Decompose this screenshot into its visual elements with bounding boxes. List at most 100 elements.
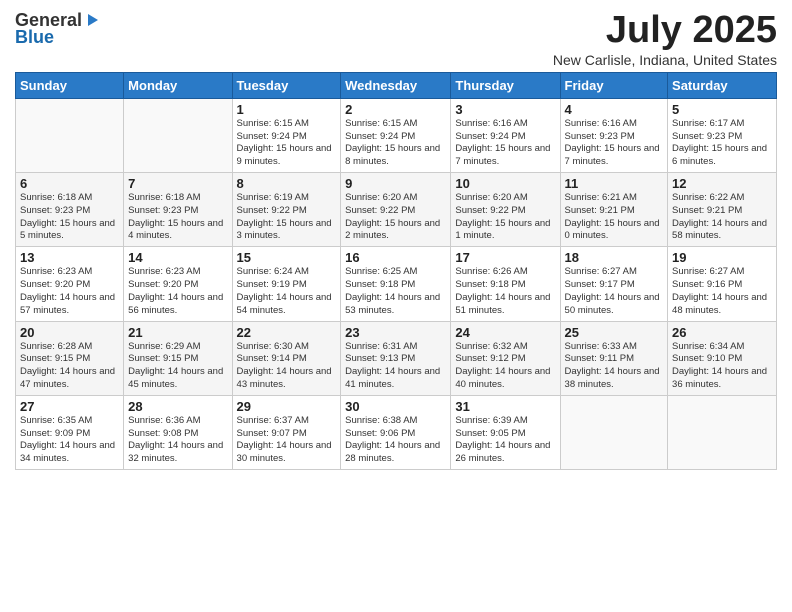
calendar-cell: 28 Sunrise: 6:36 AMSunset: 9:08 PMDaylig… — [124, 395, 232, 469]
location-title: New Carlisle, Indiana, United States — [553, 52, 777, 68]
day-info: Sunrise: 6:38 AMSunset: 9:06 PMDaylight:… — [345, 415, 446, 466]
calendar-week-1: 6 Sunrise: 6:18 AMSunset: 9:23 PMDayligh… — [16, 173, 777, 247]
day-number: 11 — [565, 176, 664, 191]
calendar-cell: 20 Sunrise: 6:28 AMSunset: 9:15 PMDaylig… — [16, 321, 124, 395]
calendar-cell: 4 Sunrise: 6:16 AMSunset: 9:23 PMDayligh… — [560, 98, 668, 172]
calendar-cell: 14 Sunrise: 6:23 AMSunset: 9:20 PMDaylig… — [124, 247, 232, 321]
day-info: Sunrise: 6:20 AMSunset: 9:22 PMDaylight:… — [455, 192, 555, 243]
day-number: 29 — [237, 399, 337, 414]
day-info: Sunrise: 6:39 AMSunset: 9:05 PMDaylight:… — [455, 415, 555, 466]
header: General Blue July 2025 New Carlisle, Ind… — [15, 10, 777, 68]
day-number: 10 — [455, 176, 555, 191]
day-info: Sunrise: 6:28 AMSunset: 9:15 PMDaylight:… — [20, 341, 119, 392]
calendar-cell: 16 Sunrise: 6:25 AMSunset: 9:18 PMDaylig… — [341, 247, 451, 321]
day-info: Sunrise: 6:16 AMSunset: 9:23 PMDaylight:… — [565, 118, 664, 169]
calendar-cell: 26 Sunrise: 6:34 AMSunset: 9:10 PMDaylig… — [668, 321, 777, 395]
page-container: General Blue July 2025 New Carlisle, Ind… — [0, 0, 792, 480]
day-info: Sunrise: 6:35 AMSunset: 9:09 PMDaylight:… — [20, 415, 119, 466]
month-title: July 2025 — [553, 10, 777, 52]
calendar-week-2: 13 Sunrise: 6:23 AMSunset: 9:20 PMDaylig… — [16, 247, 777, 321]
day-info: Sunrise: 6:25 AMSunset: 9:18 PMDaylight:… — [345, 266, 446, 317]
day-number: 20 — [20, 325, 119, 340]
calendar-cell: 9 Sunrise: 6:20 AMSunset: 9:22 PMDayligh… — [341, 173, 451, 247]
day-info: Sunrise: 6:36 AMSunset: 9:08 PMDaylight:… — [128, 415, 227, 466]
day-number: 1 — [237, 102, 337, 117]
calendar-cell: 23 Sunrise: 6:31 AMSunset: 9:13 PMDaylig… — [341, 321, 451, 395]
logo-icon — [84, 12, 102, 30]
day-info: Sunrise: 6:18 AMSunset: 9:23 PMDaylight:… — [20, 192, 119, 243]
calendar-cell: 29 Sunrise: 6:37 AMSunset: 9:07 PMDaylig… — [232, 395, 341, 469]
day-info: Sunrise: 6:30 AMSunset: 9:14 PMDaylight:… — [237, 341, 337, 392]
col-wednesday: Wednesday — [341, 72, 451, 98]
day-number: 14 — [128, 250, 227, 265]
calendar-cell: 24 Sunrise: 6:32 AMSunset: 9:12 PMDaylig… — [451, 321, 560, 395]
day-info: Sunrise: 6:16 AMSunset: 9:24 PMDaylight:… — [455, 118, 555, 169]
calendar-cell: 18 Sunrise: 6:27 AMSunset: 9:17 PMDaylig… — [560, 247, 668, 321]
day-number: 24 — [455, 325, 555, 340]
calendar-cell — [668, 395, 777, 469]
calendar-cell: 2 Sunrise: 6:15 AMSunset: 9:24 PMDayligh… — [341, 98, 451, 172]
day-info: Sunrise: 6:19 AMSunset: 9:22 PMDaylight:… — [237, 192, 337, 243]
day-number: 7 — [128, 176, 227, 191]
day-number: 6 — [20, 176, 119, 191]
calendar-cell: 7 Sunrise: 6:18 AMSunset: 9:23 PMDayligh… — [124, 173, 232, 247]
day-info: Sunrise: 6:37 AMSunset: 9:07 PMDaylight:… — [237, 415, 337, 466]
calendar-cell: 3 Sunrise: 6:16 AMSunset: 9:24 PMDayligh… — [451, 98, 560, 172]
calendar-cell: 27 Sunrise: 6:35 AMSunset: 9:09 PMDaylig… — [16, 395, 124, 469]
day-number: 27 — [20, 399, 119, 414]
day-info: Sunrise: 6:21 AMSunset: 9:21 PMDaylight:… — [565, 192, 664, 243]
day-number: 30 — [345, 399, 446, 414]
calendar-cell: 1 Sunrise: 6:15 AMSunset: 9:24 PMDayligh… — [232, 98, 341, 172]
calendar-cell: 12 Sunrise: 6:22 AMSunset: 9:21 PMDaylig… — [668, 173, 777, 247]
calendar-cell — [16, 98, 124, 172]
col-friday: Friday — [560, 72, 668, 98]
day-info: Sunrise: 6:20 AMSunset: 9:22 PMDaylight:… — [345, 192, 446, 243]
day-number: 2 — [345, 102, 446, 117]
calendar-cell: 30 Sunrise: 6:38 AMSunset: 9:06 PMDaylig… — [341, 395, 451, 469]
day-info: Sunrise: 6:27 AMSunset: 9:16 PMDaylight:… — [672, 266, 772, 317]
logo: General Blue — [15, 10, 102, 48]
day-number: 25 — [565, 325, 664, 340]
calendar-cell: 19 Sunrise: 6:27 AMSunset: 9:16 PMDaylig… — [668, 247, 777, 321]
day-number: 26 — [672, 325, 772, 340]
day-info: Sunrise: 6:33 AMSunset: 9:11 PMDaylight:… — [565, 341, 664, 392]
day-number: 21 — [128, 325, 227, 340]
calendar-cell: 10 Sunrise: 6:20 AMSunset: 9:22 PMDaylig… — [451, 173, 560, 247]
day-number: 23 — [345, 325, 446, 340]
day-number: 19 — [672, 250, 772, 265]
day-number: 8 — [237, 176, 337, 191]
day-info: Sunrise: 6:23 AMSunset: 9:20 PMDaylight:… — [20, 266, 119, 317]
day-number: 22 — [237, 325, 337, 340]
day-number: 5 — [672, 102, 772, 117]
calendar-cell: 25 Sunrise: 6:33 AMSunset: 9:11 PMDaylig… — [560, 321, 668, 395]
calendar-cell: 15 Sunrise: 6:24 AMSunset: 9:19 PMDaylig… — [232, 247, 341, 321]
calendar-cell: 8 Sunrise: 6:19 AMSunset: 9:22 PMDayligh… — [232, 173, 341, 247]
day-info: Sunrise: 6:17 AMSunset: 9:23 PMDaylight:… — [672, 118, 772, 169]
calendar-cell: 5 Sunrise: 6:17 AMSunset: 9:23 PMDayligh… — [668, 98, 777, 172]
day-info: Sunrise: 6:27 AMSunset: 9:17 PMDaylight:… — [565, 266, 664, 317]
day-number: 28 — [128, 399, 227, 414]
calendar-cell — [124, 98, 232, 172]
calendar-header-row: Sunday Monday Tuesday Wednesday Thursday… — [16, 72, 777, 98]
day-info: Sunrise: 6:26 AMSunset: 9:18 PMDaylight:… — [455, 266, 555, 317]
day-number: 16 — [345, 250, 446, 265]
calendar-cell: 21 Sunrise: 6:29 AMSunset: 9:15 PMDaylig… — [124, 321, 232, 395]
col-thursday: Thursday — [451, 72, 560, 98]
day-number: 17 — [455, 250, 555, 265]
calendar-week-3: 20 Sunrise: 6:28 AMSunset: 9:15 PMDaylig… — [16, 321, 777, 395]
day-info: Sunrise: 6:32 AMSunset: 9:12 PMDaylight:… — [455, 341, 555, 392]
calendar-table: Sunday Monday Tuesday Wednesday Thursday… — [15, 72, 777, 470]
day-info: Sunrise: 6:34 AMSunset: 9:10 PMDaylight:… — [672, 341, 772, 392]
day-number: 12 — [672, 176, 772, 191]
col-saturday: Saturday — [668, 72, 777, 98]
day-number: 4 — [565, 102, 664, 117]
calendar-cell: 17 Sunrise: 6:26 AMSunset: 9:18 PMDaylig… — [451, 247, 560, 321]
day-info: Sunrise: 6:23 AMSunset: 9:20 PMDaylight:… — [128, 266, 227, 317]
col-monday: Monday — [124, 72, 232, 98]
calendar-week-0: 1 Sunrise: 6:15 AMSunset: 9:24 PMDayligh… — [16, 98, 777, 172]
logo-blue: Blue — [15, 27, 54, 48]
calendar-cell: 11 Sunrise: 6:21 AMSunset: 9:21 PMDaylig… — [560, 173, 668, 247]
title-block: July 2025 New Carlisle, Indiana, United … — [553, 10, 777, 68]
calendar-cell: 22 Sunrise: 6:30 AMSunset: 9:14 PMDaylig… — [232, 321, 341, 395]
calendar-week-4: 27 Sunrise: 6:35 AMSunset: 9:09 PMDaylig… — [16, 395, 777, 469]
